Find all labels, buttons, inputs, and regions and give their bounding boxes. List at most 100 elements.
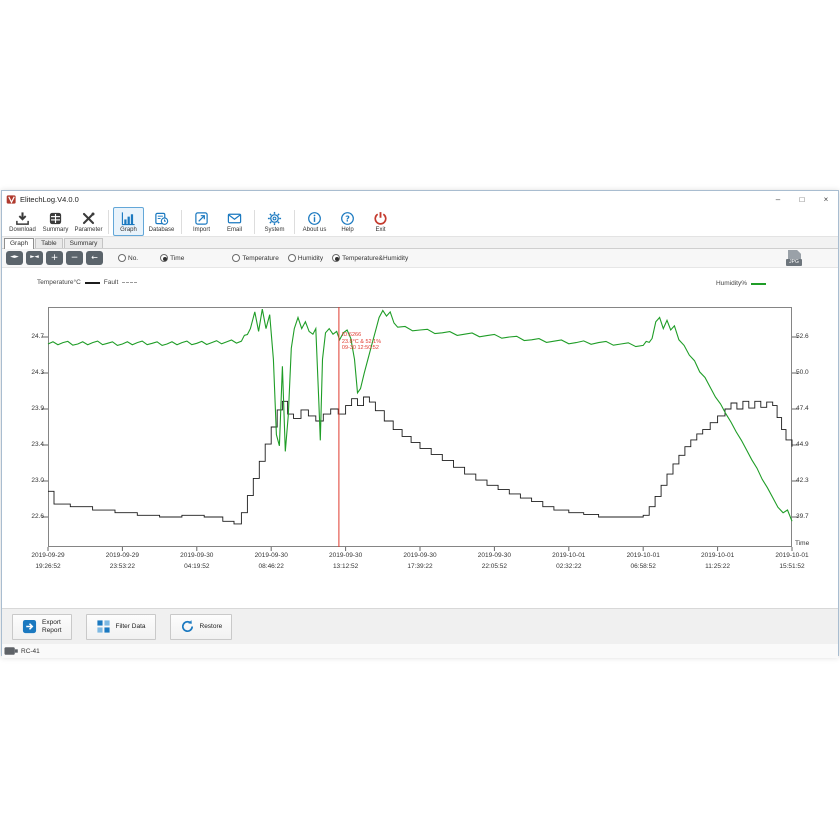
database-icon xyxy=(154,211,169,226)
series-humidity xyxy=(48,309,792,521)
maximize-button[interactable]: □ xyxy=(790,191,814,207)
radio-circle xyxy=(160,254,168,262)
titlebar: ElitechLog.V4.0.0 – □ × xyxy=(2,191,838,207)
summary-icon xyxy=(48,211,63,226)
toolbar-separator xyxy=(108,210,109,234)
tab-summary[interactable]: Summary xyxy=(64,238,104,248)
y-axis-right-tick-label: 44.9 xyxy=(796,441,836,448)
download-icon xyxy=(15,211,30,226)
radio-circle xyxy=(118,254,126,262)
export-icon xyxy=(22,619,37,634)
close-button[interactable]: × xyxy=(814,191,838,207)
radio-label: Time xyxy=(170,255,184,262)
zoom-expand-button[interactable]: ◄► xyxy=(6,251,23,265)
toolbar-separator xyxy=(254,210,255,234)
x-axis-tick-label: 2019-10-0102:32:22 xyxy=(534,550,604,572)
legend-swatch-solid-black xyxy=(85,282,100,284)
window-title: ElitechLog.V4.0.0 xyxy=(20,195,79,204)
y-axis-left-tick-label: 24.3 xyxy=(2,369,44,376)
connected-device-label: RC-41 xyxy=(21,648,40,655)
minimize-button[interactable]: – xyxy=(766,191,790,207)
toolbar-system-button[interactable]: System xyxy=(259,207,290,236)
radio-label: Humidity xyxy=(298,255,323,262)
import-icon xyxy=(194,211,209,226)
graph-icon xyxy=(121,211,136,226)
toolbar-import-button[interactable]: Import xyxy=(186,207,217,236)
view-tabs: GraphTableSummary xyxy=(2,237,838,249)
y-axis-left-tick-label: 24.7 xyxy=(2,333,44,340)
radio-label: Temperature&Humidity xyxy=(342,255,408,262)
toolbar-button-label: Import xyxy=(193,227,210,233)
radio-time[interactable]: Time xyxy=(160,254,184,262)
power-icon xyxy=(373,211,388,226)
toolbar-separator xyxy=(294,210,295,234)
x-axis-tick-label: 2019-09-3004:19:52 xyxy=(162,550,232,572)
toolbar-button-label: Database xyxy=(149,227,175,233)
radio-label: No. xyxy=(128,255,138,262)
radio-temperature-humidity[interactable]: Temperature&Humidity xyxy=(332,254,408,262)
toolbar-button-label: System xyxy=(264,227,284,233)
toolbar-download-button[interactable]: Download xyxy=(7,207,38,236)
toolbar-separator xyxy=(181,210,182,234)
chart-plot-area[interactable] xyxy=(48,307,792,547)
legend-swatch-dashed-gray xyxy=(122,282,137,283)
filter-icon xyxy=(96,619,111,634)
parameter-icon xyxy=(81,211,96,226)
export-report-button[interactable]: ExportReport xyxy=(12,614,72,640)
status-bar: RC-41 xyxy=(2,644,838,658)
x-axis-title: Time xyxy=(795,540,809,547)
zoom-in-button[interactable]: + xyxy=(46,251,63,265)
legend-right: Humidity% xyxy=(716,280,770,287)
toolbar-button-label: Graph xyxy=(120,227,137,233)
x-axis-tick-label: 2019-09-2919:26:52 xyxy=(13,550,83,572)
chart-control-row: ◄►►◄+−← No. Time Temperature Humidity Tempe… xyxy=(2,249,838,268)
radio-circle xyxy=(332,254,340,262)
toolbar-button-label: Email xyxy=(227,227,242,233)
zoom-out-button[interactable]: − xyxy=(66,251,83,265)
tab-graph[interactable]: Graph xyxy=(4,238,34,249)
toolbar-button-label: About us xyxy=(303,227,327,233)
toolbar-email-button[interactable]: Email xyxy=(219,207,250,236)
toolbar-help-button[interactable]: ?Help xyxy=(332,207,363,236)
app-window: ElitechLog.V4.0.0 – □ × DownloadSummaryP… xyxy=(1,190,839,656)
zoom-compress-button[interactable]: ►◄ xyxy=(26,251,43,265)
x-axis-tick-label: 2019-09-3022:05:52 xyxy=(459,550,529,572)
radio-circle xyxy=(232,254,240,262)
toolbar-summary-button[interactable]: Summary xyxy=(40,207,71,236)
y-axis-right-tick-label: 47.4 xyxy=(796,405,836,412)
cursor-annotation: ID:626623.8°C & 52.1%09-30 12:50:52 xyxy=(342,332,381,352)
legend-left: Temperature°CFault xyxy=(37,279,141,286)
tab-table[interactable]: Table xyxy=(35,238,63,248)
x-axis-tick-label: 2019-09-3017:39:22 xyxy=(385,550,455,572)
y-axis-left-tick-label: 23.0 xyxy=(2,477,44,484)
app-icon xyxy=(6,194,17,205)
bottom-action-bar: ExportReport Filter Data Restore xyxy=(2,608,838,644)
save-as-jpg-button[interactable]: JPG xyxy=(786,250,804,267)
toolbar-parameter-button[interactable]: Parameter xyxy=(73,207,104,236)
chart-canvas xyxy=(48,307,792,547)
toolbar-about-us-button[interactable]: About us xyxy=(299,207,330,236)
button-label: ExportReport xyxy=(42,619,62,635)
x-axis-tick-label: 2019-09-2923:53:22 xyxy=(87,550,157,572)
toolbar-button-label: Parameter xyxy=(74,227,102,233)
radio-humidity[interactable]: Humidity xyxy=(288,254,323,262)
legend-label-temperature-c: Temperature°C xyxy=(37,279,81,286)
y-axis-left-tick-label: 23.4 xyxy=(2,441,44,448)
email-icon xyxy=(227,211,242,226)
radio-no[interactable]: No. xyxy=(118,254,138,262)
x-axis-tick-label: 2019-09-3013:12:52 xyxy=(311,550,381,572)
x-axis-tick-label: 2019-10-0111:25:22 xyxy=(683,550,753,572)
y-axis-right-tick-label: 39.7 xyxy=(796,513,836,520)
restore-button[interactable]: Restore xyxy=(170,614,233,640)
chart-panel: Temperature°CFault Humidity% 24.7 24.3 23.… xyxy=(2,268,838,608)
toolbar-graph-button[interactable]: Graph xyxy=(113,207,144,236)
radio-circle xyxy=(288,254,296,262)
toolbar-exit-button[interactable]: Exit xyxy=(365,207,396,236)
legend-label-humidity: Humidity% xyxy=(716,280,747,287)
toolbar-button-label: Help xyxy=(341,227,353,233)
undo-button[interactable]: ← xyxy=(86,251,103,265)
filter-data-button[interactable]: Filter Data xyxy=(86,614,156,640)
radio-temperature[interactable]: Temperature xyxy=(232,254,279,262)
y-axis-right-tick-label: 52.6 xyxy=(796,333,836,340)
toolbar-database-button[interactable]: Database xyxy=(146,207,177,236)
